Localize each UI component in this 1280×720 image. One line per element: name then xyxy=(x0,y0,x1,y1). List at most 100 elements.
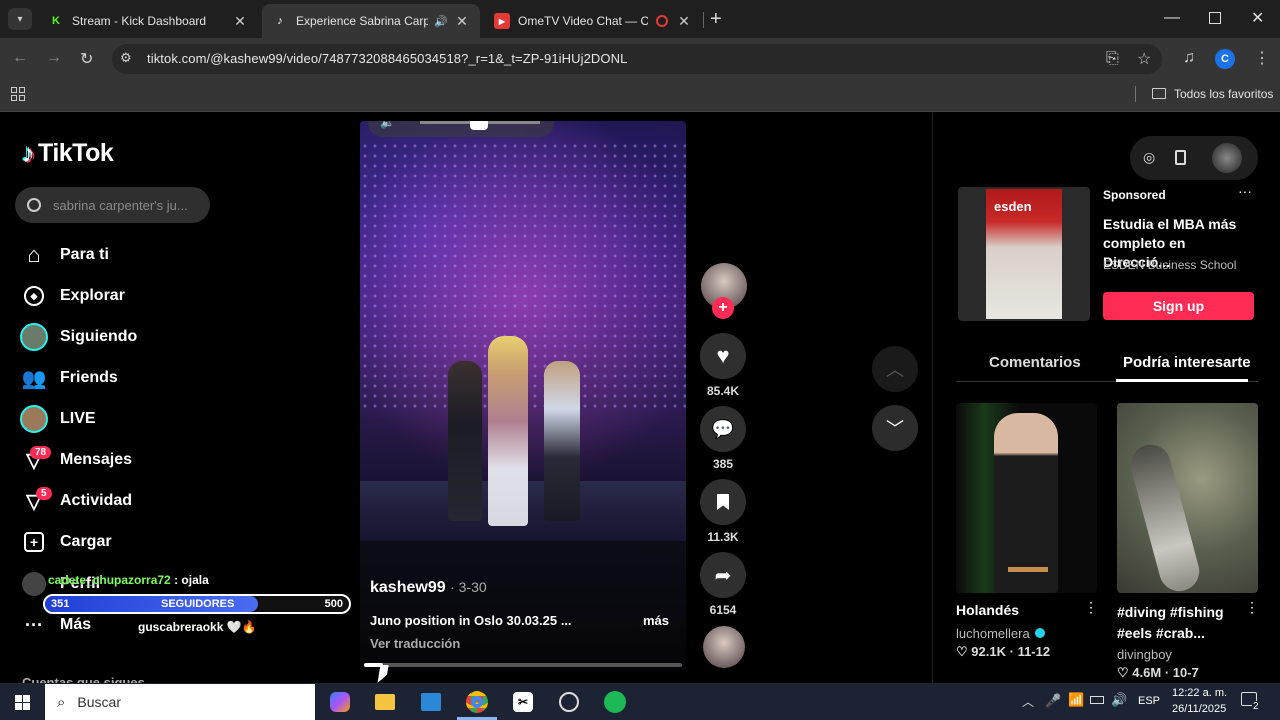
tab-kick[interactable]: K Stream - Kick Dashboard ✕ xyxy=(38,4,258,38)
translate-link[interactable]: Ver traducción xyxy=(370,636,460,651)
suggestion-thumb-2[interactable] xyxy=(1117,403,1258,593)
suggestion-author-1[interactable]: luchomellera xyxy=(956,626,1046,641)
volume-control[interactable]: 🔈 xyxy=(368,121,554,137)
nav-mas[interactable]: ··· Más xyxy=(20,610,91,640)
chrome-icon[interactable] xyxy=(463,688,491,716)
nav-label: Mensajes xyxy=(60,451,133,468)
network-icon[interactable]: 📶 xyxy=(1068,692,1084,708)
suggestion-author-2[interactable]: divingboy xyxy=(1117,647,1172,662)
profile-avatar[interactable]: C xyxy=(1215,49,1235,69)
nav-friends[interactable]: 👥 Friends xyxy=(20,363,118,393)
language-indicator[interactable]: ESP xyxy=(1138,695,1160,707)
ad-more-icon[interactable]: ··· xyxy=(1238,183,1252,199)
tray-chevron-icon[interactable]: ︿ xyxy=(1022,693,1034,710)
tab-title: OmeTV Video Chat — Ome xyxy=(518,14,648,28)
recording-icon xyxy=(656,15,668,27)
video-caption: Juno position in Oslo 30.03.25 ... xyxy=(370,613,572,628)
tab-separator xyxy=(703,12,704,28)
next-video-button[interactable]: ﹀ xyxy=(872,405,918,451)
all-bookmarks-link[interactable]: Todos los favoritos xyxy=(1174,87,1273,101)
search-input[interactable]: sabrina carpenter's ju... xyxy=(53,198,188,213)
user-avatar[interactable] xyxy=(1212,143,1242,173)
caption-more-link[interactable]: más xyxy=(643,613,669,628)
spotify-icon[interactable] xyxy=(601,688,629,716)
suggestion-thumb-1[interactable] xyxy=(956,403,1097,593)
goal-target: 500 xyxy=(324,598,343,610)
copilot-icon[interactable] xyxy=(326,688,354,716)
tab-podria-interesarte[interactable]: Podría interesarte xyxy=(1123,354,1251,371)
previous-video-button[interactable]: ︿ xyxy=(872,346,918,392)
search-box[interactable]: sabrina carpenter's ju... xyxy=(15,187,210,223)
url-text[interactable]: tiktok.com/@kashew99/video/7487732088465… xyxy=(147,51,627,66)
store-icon[interactable] xyxy=(417,688,445,716)
follow-plus-icon[interactable]: + xyxy=(712,297,734,319)
music-disc-avatar[interactable] xyxy=(703,626,745,668)
save-count: 11.3K xyxy=(707,530,739,544)
back-icon[interactable]: ← xyxy=(12,49,28,67)
new-tab-icon[interactable]: + xyxy=(710,8,722,31)
forward-icon[interactable]: → xyxy=(46,49,62,67)
nav-para-ti[interactable]: ⌂ Para ti xyxy=(20,240,109,270)
volume-icon[interactable]: 🔊 xyxy=(1111,692,1127,708)
video-progress-bar[interactable] xyxy=(364,663,682,667)
close-tab-icon[interactable]: ✕ xyxy=(676,13,692,30)
nav-siguiendo[interactable]: Siguiendo xyxy=(20,322,137,352)
restore-icon[interactable] xyxy=(1209,12,1221,24)
nav-explorar[interactable]: ◆ Explorar xyxy=(20,281,125,311)
comment-button[interactable]: 💬 xyxy=(700,406,746,452)
apps-grid-icon[interactable] xyxy=(11,87,25,101)
ad-logo: esden xyxy=(994,199,1032,214)
capcut-icon[interactable]: ✂ xyxy=(509,688,537,716)
ad-signup-button[interactable]: Sign up xyxy=(1103,292,1254,320)
ad-thumbnail[interactable]: esden xyxy=(958,187,1090,321)
suggestion-more-1[interactable]: ⋮ xyxy=(1084,599,1098,616)
video-author[interactable]: kashew99 xyxy=(370,579,446,596)
suggestion-title-2[interactable]: #diving #fishing #eels #crab... xyxy=(1117,602,1247,644)
taskbar-search[interactable]: ⌕ Buscar xyxy=(45,684,315,720)
microphone-icon[interactable]: 🎤 xyxy=(1045,693,1061,709)
save-button[interactable] xyxy=(700,479,746,525)
tab-ometv[interactable]: ▶ OmeTV Video Chat — Ome ✕ xyxy=(484,4,702,38)
tab-title: Experience Sabrina Carpenter xyxy=(296,14,429,28)
suggestion-title-1[interactable]: Holandés xyxy=(956,602,1019,618)
site-info-icon[interactable]: ⚙ xyxy=(120,50,132,66)
share-button[interactable]: ➦ xyxy=(700,552,746,598)
active-tab-indicator xyxy=(1116,379,1248,382)
tiktok-logo[interactable]: ♪ TikTok xyxy=(22,138,114,169)
taskbar-search-input[interactable]: Buscar xyxy=(77,694,121,710)
volume-icon[interactable]: 🔈 xyxy=(380,121,395,129)
windows-start-icon[interactable] xyxy=(8,688,36,716)
profile-avatar-small xyxy=(20,570,48,598)
reload-icon[interactable]: ↻ xyxy=(80,49,93,69)
close-tab-icon[interactable]: ✕ xyxy=(232,13,248,30)
volume-knob[interactable] xyxy=(470,121,488,130)
close-window-icon[interactable]: ✕ xyxy=(1251,8,1264,28)
like-button[interactable]: ♥ xyxy=(700,333,746,379)
media-controls-icon[interactable]: ♫ xyxy=(1183,49,1195,67)
suggestion-more-2[interactable]: ⋮ xyxy=(1245,599,1259,616)
speaker-icon[interactable]: 🔊 xyxy=(434,15,448,28)
tab-tiktok[interactable]: ♪ Experience Sabrina Carpenter 🔊 ✕ xyxy=(262,4,480,38)
clock-date[interactable]: 26/11/2025 xyxy=(1172,703,1226,715)
chevron-up-icon: ︿ xyxy=(886,360,904,380)
chat-username: cadete_chupazorra72 xyxy=(48,573,171,587)
video-player[interactable]: 🔈 kashew99 · 3-30 Juno position in Oslo … xyxy=(360,121,686,671)
activity-badge: 5 xyxy=(36,487,52,500)
battery-icon[interactable] xyxy=(1090,696,1104,704)
nav-cargar[interactable]: + Cargar xyxy=(20,527,112,557)
likes: 4.6M xyxy=(1132,665,1162,680)
tab-comentarios[interactable]: Comentarios xyxy=(989,354,1081,371)
nav-live[interactable]: LIVE xyxy=(20,404,96,434)
messages-badge: 78 xyxy=(30,446,52,459)
obs-icon[interactable] xyxy=(555,688,583,716)
bookmark-star-icon[interactable]: ☆ xyxy=(1137,49,1151,69)
close-tab-icon[interactable]: ✕ xyxy=(454,13,470,30)
install-app-icon[interactable]: ⎘ xyxy=(1106,50,1119,68)
tab-search-button[interactable]: ▾ xyxy=(8,8,32,30)
pip-icon[interactable]: ◎ xyxy=(1143,149,1155,166)
minimize-icon[interactable]: — xyxy=(1164,9,1180,27)
file-explorer-icon[interactable] xyxy=(371,688,399,716)
device-icon[interactable] xyxy=(1175,150,1186,165)
menu-dots-icon[interactable]: ⋮ xyxy=(1254,48,1270,68)
clock-time[interactable]: 12:22 a. m. xyxy=(1172,687,1227,699)
